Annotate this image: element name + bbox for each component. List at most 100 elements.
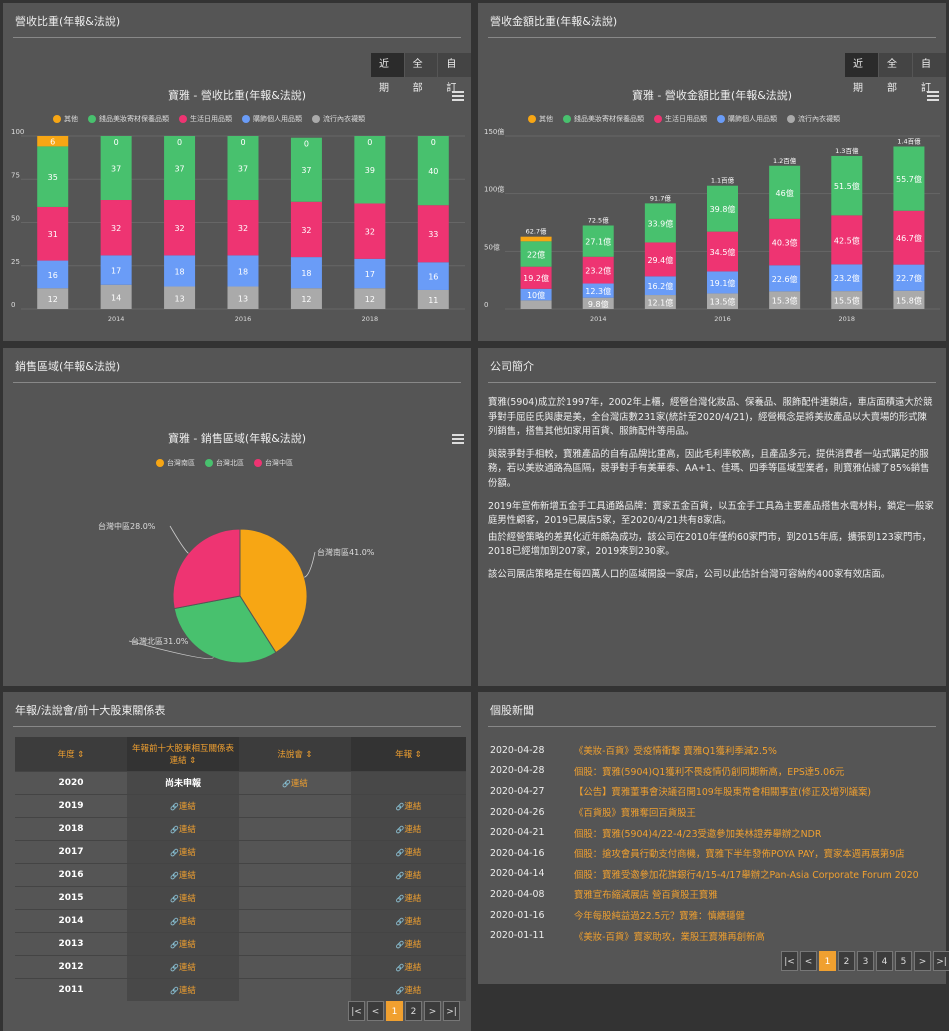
- cell-text: 2013: [58, 938, 84, 949]
- legend-item[interactable]: 錢品美妝寄材保養品類: [563, 114, 644, 124]
- legend-item[interactable]: 購飾個人用品類: [242, 114, 302, 124]
- news-date: 2020-01-11: [490, 930, 545, 942]
- pager-next[interactable]: >: [424, 1001, 441, 1021]
- news-headline-link[interactable]: 《美妝-百貨》受疫情衝擊 寶雅Q1獲利季減2.5%: [574, 743, 777, 757]
- pager-last[interactable]: >|: [443, 1001, 460, 1021]
- link-relation[interactable]: 🔗連結: [170, 986, 196, 996]
- pager-page-1[interactable]: 1: [386, 1001, 403, 1021]
- data-label: 42.5億: [834, 235, 860, 245]
- legend-item[interactable]: 生活日用品類: [179, 114, 232, 124]
- pager-page-5[interactable]: 5: [895, 951, 912, 971]
- news-headline-link[interactable]: 《美妝-百貨》寶家助攻，業股王寶雅再創新高: [574, 929, 765, 943]
- link-report[interactable]: 🔗連結: [396, 802, 422, 812]
- table-cell-conf: [239, 977, 351, 1001]
- news-headline-link[interactable]: 個股：寶雅(5904)Q1獲利不畏疫情仍創同期新高，EPS達5.06元: [574, 764, 844, 778]
- news-headline-link[interactable]: 個股：搶攻會員行動支付商機，寶雅下半年發佈POYA PAY，寶家本週再展第9店: [574, 846, 905, 860]
- data-label: 13.5億: [710, 297, 736, 307]
- bar-segment: [164, 200, 196, 256]
- data-label: 37: [174, 165, 184, 174]
- legend-label: 台灣中區: [265, 459, 293, 467]
- pager-last[interactable]: >|: [933, 951, 949, 971]
- data-label: 19.2億: [523, 273, 549, 283]
- news-headline-link[interactable]: 個股：寶雅(5904)4/22-4/23受邀參加美林證券舉辦之NDR: [574, 826, 821, 840]
- legend-item[interactable]: 流行內衣襪類: [787, 114, 840, 124]
- legend-item[interactable]: 台灣中區: [254, 458, 293, 468]
- data-label: 37: [111, 165, 121, 174]
- news-headline-link[interactable]: 個股：寶雅受邀參加花旗銀行4/15-4/17舉辦之Pan-Asia Corpor…: [574, 867, 919, 881]
- legend-item[interactable]: 台灣北區: [205, 458, 244, 468]
- link-report[interactable]: 🔗連結: [396, 963, 422, 973]
- legend-item[interactable]: 流行內衣襪類: [312, 114, 365, 124]
- menu-icon[interactable]: [452, 91, 464, 101]
- data-label: 17: [365, 270, 375, 279]
- pager-page-3[interactable]: 3: [857, 951, 874, 971]
- link-report[interactable]: 🔗連結: [396, 986, 422, 996]
- legend-item[interactable]: 購飾個人用品類: [717, 114, 777, 124]
- pager-page-1[interactable]: 1: [819, 951, 836, 971]
- legend-item[interactable]: 生活日用品類: [654, 114, 707, 124]
- news-item: 2020-04-26 《百貨股》寶雅奪回百貨股王: [490, 802, 936, 823]
- cell-text: 尚未申報: [164, 779, 201, 789]
- link-conf[interactable]: 🔗連結: [282, 779, 308, 789]
- link-relation[interactable]: 🔗連結: [170, 802, 196, 812]
- news-headline-link[interactable]: 今年每股純益過22.5元？寶雅：慎續穩健: [574, 908, 745, 922]
- link-report[interactable]: 🔗連結: [396, 871, 422, 881]
- data-label: 22.6億: [772, 274, 798, 284]
- link-icon: 🔗: [170, 848, 179, 857]
- legend-label: 台灣北區: [216, 459, 244, 467]
- link-icon: 🔗: [170, 917, 179, 926]
- legend-item[interactable]: 其他: [53, 114, 78, 124]
- data-label: 12.1億: [647, 298, 673, 308]
- link-report[interactable]: 🔗連結: [396, 894, 422, 904]
- range-custom-button[interactable]: 自訂: [912, 53, 946, 94]
- pager-prev[interactable]: <: [367, 1001, 384, 1021]
- x-tick-label: 2016: [714, 315, 731, 323]
- column-header-conference[interactable]: 法說會 ⇕: [239, 737, 351, 771]
- link-relation[interactable]: 🔗連結: [170, 825, 196, 835]
- link-relation[interactable]: 🔗連結: [170, 871, 196, 881]
- range-custom-button[interactable]: 自訂: [437, 53, 471, 94]
- range-all-button[interactable]: 全部: [403, 53, 438, 94]
- link-relation[interactable]: 🔗連結: [170, 894, 196, 904]
- link-icon: 🔗: [170, 871, 179, 880]
- pager-first[interactable]: |<: [348, 1001, 365, 1021]
- bar-segment: [582, 297, 614, 309]
- legend-item[interactable]: 錢品美妝寄材保養品類: [88, 114, 169, 124]
- legend-item[interactable]: 其他: [528, 114, 553, 124]
- news-headline-link[interactable]: 【公告】寶雅董事會決議召開109年股東常會相關事宜(修正及增列議案): [574, 784, 871, 798]
- column-header-annual-report[interactable]: 年報 ⇕: [351, 737, 466, 771]
- menu-icon[interactable]: [452, 434, 464, 444]
- link-report[interactable]: 🔗連結: [396, 917, 422, 927]
- range-all-button[interactable]: 全部: [878, 53, 912, 94]
- news-headline-link[interactable]: 寶雅宣布縮減展店 營百貨股王寶雅: [574, 887, 718, 901]
- link-relation[interactable]: 🔗連結: [170, 963, 196, 973]
- link-relation[interactable]: 🔗連結: [170, 940, 196, 950]
- link-report[interactable]: 🔗連結: [396, 825, 422, 835]
- pager-page-2[interactable]: 2: [838, 951, 855, 971]
- menu-icon[interactable]: [927, 91, 939, 101]
- link-relation[interactable]: 🔗連結: [170, 848, 196, 858]
- column-header-year[interactable]: 年度 ⇕: [15, 737, 127, 771]
- legend-item[interactable]: 台灣南區: [156, 458, 195, 468]
- pager-next[interactable]: >: [914, 951, 931, 971]
- holders-table: 年度 ⇕ 年報前十大股東相互關係表連結 ⇕ 法說會 ⇕ 年報 ⇕ 2020 尚未申…: [15, 737, 466, 1001]
- range-recent-button[interactable]: 近期: [370, 53, 404, 94]
- table-cell-relation: 🔗連結: [127, 816, 239, 840]
- link-relation[interactable]: 🔗連結: [170, 917, 196, 927]
- pager-page-4[interactable]: 4: [876, 951, 893, 971]
- news-date: 2020-04-28: [490, 765, 545, 777]
- range-recent-button[interactable]: 近期: [844, 53, 878, 94]
- news-headline-link[interactable]: 《百貨股》寶雅奪回百貨股王: [574, 805, 696, 819]
- link-report[interactable]: 🔗連結: [396, 848, 422, 858]
- pager-first[interactable]: |<: [781, 951, 798, 971]
- news-date: 2020-04-26: [490, 806, 545, 818]
- link-icon: 🔗: [170, 986, 179, 995]
- table-cell-year: 2020: [15, 770, 127, 794]
- data-label: 14: [111, 293, 121, 302]
- pager-page-2[interactable]: 2: [405, 1001, 422, 1021]
- pager-prev[interactable]: <: [800, 951, 817, 971]
- bar-segment: [417, 136, 449, 206]
- bar-segment: [227, 200, 259, 256]
- column-header-relation[interactable]: 年報前十大股東相互關係表連結 ⇕: [127, 737, 239, 771]
- link-report[interactable]: 🔗連結: [396, 940, 422, 950]
